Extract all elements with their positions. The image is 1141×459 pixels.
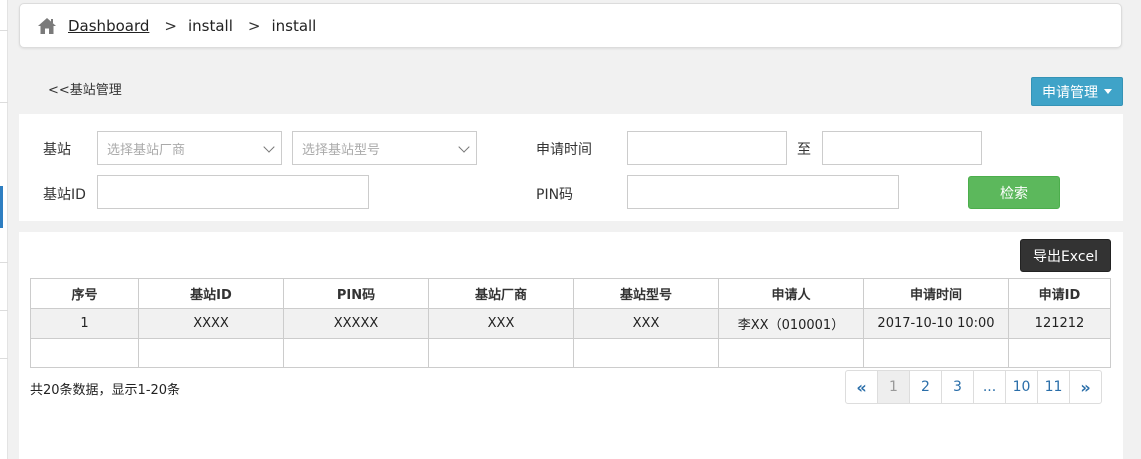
pagination: « 1 2 3 ... 10 11 » (845, 370, 1102, 404)
breadcrumb-separator: > (164, 16, 177, 35)
pagination-page-current[interactable]: 1 (877, 370, 910, 404)
caret-down-icon (1104, 89, 1112, 94)
apply-management-dropdown-button[interactable]: 申请管理 (1031, 77, 1123, 106)
vendor-select-placeholder: 选择基站厂商 (107, 142, 186, 158)
sidebar-active-indicator (0, 186, 3, 228)
table-cell: XXX (573, 308, 719, 339)
pagination-page[interactable]: 10 (1005, 370, 1038, 404)
table-cell (718, 338, 864, 368)
table-cell (428, 338, 574, 368)
search-button[interactable]: 检索 (968, 176, 1060, 209)
sidebar-divider (0, 262, 8, 263)
table-row[interactable]: 1 XXXX XXXXX XXX XXX 李XX（010001） 2017-10… (30, 308, 1111, 339)
chevron-down-icon (458, 141, 470, 153)
table-cell (863, 338, 1009, 368)
table-row-empty (30, 338, 1111, 368)
table-header-row: 序号 基站ID PIN码 基站厂商 基站型号 申请人 申请时间 申请ID (30, 278, 1111, 309)
export-excel-button[interactable]: 导出Excel (1020, 239, 1111, 272)
sidebar-divider (0, 30, 8, 31)
breadcrumb-dashboard-link[interactable]: Dashboard (68, 17, 149, 35)
table-cell: 李XX（010001） (718, 308, 864, 339)
table-cell: XXXX (138, 308, 284, 339)
apply-time-start-input[interactable] (627, 131, 787, 165)
sidebar-divider (0, 102, 8, 103)
pin-input[interactable] (627, 175, 899, 209)
breadcrumb-item: install (187, 16, 233, 35)
column-header[interactable]: PIN码 (283, 278, 429, 309)
model-select[interactable]: 选择基站型号 (292, 131, 477, 165)
station-label: 基站 (43, 142, 71, 158)
apply-time-end-input[interactable] (822, 131, 982, 165)
table-cell (30, 338, 139, 368)
table-cell: 1 (30, 308, 139, 339)
model-select-placeholder: 选择基站型号 (302, 142, 381, 158)
pagination-prev-button[interactable]: « (845, 370, 878, 404)
column-header[interactable]: 基站ID (138, 278, 284, 309)
table-cell: 2017-10-10 10:00 (863, 308, 1009, 339)
pagination-next-button[interactable]: » (1069, 370, 1102, 404)
table-cell: 121212 (1008, 308, 1111, 339)
home-icon[interactable] (37, 17, 57, 35)
breadcrumb-separator: > (247, 16, 261, 35)
column-header[interactable]: 申请人 (718, 278, 864, 309)
pagination-page[interactable]: 11 (1037, 370, 1070, 404)
sidebar-divider (0, 310, 8, 311)
table-cell (573, 338, 719, 368)
station-id-input[interactable] (97, 175, 369, 209)
pin-label: PIN码 (536, 187, 574, 203)
table-cell: XXX (428, 308, 574, 339)
breadcrumb: Dashboard > install > install (19, 3, 1122, 48)
column-header[interactable]: 申请ID (1008, 278, 1111, 309)
vendor-select[interactable]: 选择基站厂商 (97, 131, 282, 165)
left-sidebar-edge (0, 0, 8, 459)
chevron-down-icon (263, 141, 275, 153)
column-header[interactable]: 基站型号 (573, 278, 719, 309)
table-cell (1008, 338, 1111, 368)
apply-management-label: 申请管理 (1042, 84, 1098, 101)
station-id-label: 基站ID (43, 187, 86, 203)
to-label: 至 (797, 142, 811, 158)
column-header[interactable]: 基站厂商 (428, 278, 574, 309)
table-cell (138, 338, 284, 368)
table-panel: 导出Excel 序号 基站ID PIN码 基站厂商 基站型号 申请人 申请时间 … (19, 232, 1123, 459)
back-to-station-management-link[interactable]: <<基站管理 (48, 79, 122, 98)
pagination-page[interactable]: 2 (909, 370, 942, 404)
filter-panel: 基站 选择基站厂商 选择基站型号 申请时间 至 基站ID PIN码 检索 (19, 114, 1123, 221)
data-table: 序号 基站ID PIN码 基站厂商 基站型号 申请人 申请时间 申请ID 1 X… (30, 278, 1111, 368)
pagination-page[interactable]: 3 (941, 370, 974, 404)
apply-time-label: 申请时间 (536, 142, 592, 158)
table-cell: XXXXX (283, 308, 429, 339)
breadcrumb-item: install (271, 16, 317, 35)
pagination-ellipsis: ... (973, 370, 1006, 404)
record-summary: 共20条数据，显示1-20条 (30, 383, 181, 398)
column-header[interactable]: 申请时间 (863, 278, 1009, 309)
table-cell (283, 338, 429, 368)
sidebar-divider (0, 358, 8, 359)
column-header[interactable]: 序号 (30, 278, 139, 309)
